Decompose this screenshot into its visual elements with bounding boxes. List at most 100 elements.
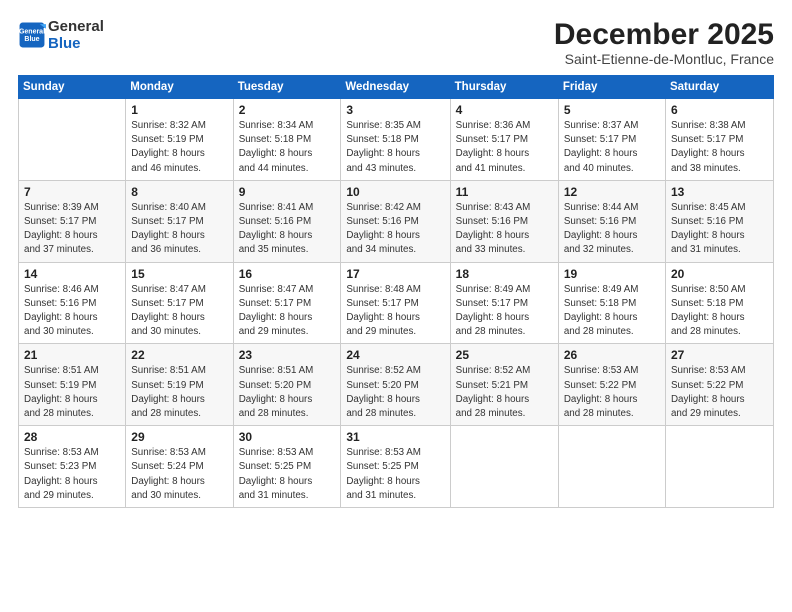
day-info: Sunrise: 8:34 AM Sunset: 5:18 PM Dayligh… <box>239 119 336 176</box>
weekday-tuesday: Tuesday <box>233 76 341 99</box>
calendar-day-3: 3Sunrise: 8:35 AM Sunset: 5:18 PM Daylig… <box>341 99 450 181</box>
calendar-day-14: 14 Sunrise: 8:46 AM Sunset: 5:16 PM Dayli… <box>19 262 126 344</box>
day-number: 9 <box>239 185 336 199</box>
weekday-monday: Monday <box>126 76 233 99</box>
day-info: Sunrise: 8:35 AM Sunset: 5:18 PM Dayligh… <box>346 119 444 176</box>
calendar-day-29: 29Sunrise: 8:53 AM Sunset: 5:24 PM Dayli… <box>126 426 233 508</box>
day-number: 13 <box>671 185 768 199</box>
calendar-week-5: 28 Sunrise: 8:53 AM Sunset: 5:23 PM Dayli… <box>19 426 774 508</box>
day-info: Sunrise: 8:32 AM Sunset: 5:19 PM Dayligh… <box>131 119 227 176</box>
day-number: 18 <box>456 267 553 281</box>
day-info: Sunrise: 8:38 AM Sunset: 5:17 PM Dayligh… <box>671 119 768 176</box>
day-info: Sunrise: 8:46 AM Sunset: 5:16 PM Dayligh… <box>24 283 120 340</box>
calendar-day-19: 19 Sunrise: 8:49 AM Sunset: 5:18 PM Dayli… <box>558 262 665 344</box>
day-number: 8 <box>131 185 227 199</box>
calendar-empty-cell <box>450 426 558 508</box>
calendar-day-2: 2 Sunrise: 8:34 AM Sunset: 5:18 PM Daylig… <box>233 99 341 181</box>
day-info: Sunrise: 8:36 AM Sunset: 5:17 PM Dayligh… <box>456 119 553 176</box>
day-info: Sunrise: 8:53 AM Sunset: 5:25 PM Dayligh… <box>346 446 444 503</box>
calendar-day-10: 10 Sunrise: 8:42 AM Sunset: 5:16 PM Dayli… <box>341 180 450 262</box>
day-info: Sunrise: 8:45 AM Sunset: 5:16 PM Dayligh… <box>671 201 768 258</box>
day-number: 21 <box>24 348 120 362</box>
day-number: 10 <box>346 185 444 199</box>
day-number: 31 <box>346 430 444 444</box>
calendar-empty-cell <box>558 426 665 508</box>
calendar-day-24: 24 Sunrise: 8:52 AM Sunset: 5:20 PM Dayli… <box>341 344 450 426</box>
day-info: Sunrise: 8:47 AM Sunset: 5:17 PM Dayligh… <box>131 283 227 340</box>
day-number: 1 <box>131 103 227 117</box>
day-number: 15 <box>131 267 227 281</box>
calendar-day-4: 4Sunrise: 8:36 AM Sunset: 5:17 PM Daylig… <box>450 99 558 181</box>
calendar-day-25: 25 Sunrise: 8:52 AM Sunset: 5:21 PM Dayli… <box>450 344 558 426</box>
calendar-day-22: 22 Sunrise: 8:51 AM Sunset: 5:19 PM Dayli… <box>126 344 233 426</box>
calendar-week-1: 1 Sunrise: 8:32 AM Sunset: 5:19 PM Daylig… <box>19 99 774 181</box>
day-number: 12 <box>564 185 660 199</box>
day-info: Sunrise: 8:51 AM Sunset: 5:19 PM Dayligh… <box>131 364 227 421</box>
day-number: 6 <box>671 103 768 117</box>
day-info: Sunrise: 8:53 AM Sunset: 5:23 PM Dayligh… <box>24 446 120 503</box>
calendar-day-26: 26Sunrise: 8:53 AM Sunset: 5:22 PM Dayli… <box>558 344 665 426</box>
day-number: 24 <box>346 348 444 362</box>
calendar-day-5: 5 Sunrise: 8:37 AM Sunset: 5:17 PM Daylig… <box>558 99 665 181</box>
day-info: Sunrise: 8:49 AM Sunset: 5:18 PM Dayligh… <box>564 283 660 340</box>
calendar-day-20: 20 Sunrise: 8:50 AM Sunset: 5:18 PM Dayli… <box>665 262 773 344</box>
calendar-week-2: 7Sunrise: 8:39 AM Sunset: 5:17 PM Daylig… <box>19 180 774 262</box>
weekday-sunday: Sunday <box>19 76 126 99</box>
weekday-wednesday: Wednesday <box>341 76 450 99</box>
calendar-day-7: 7Sunrise: 8:39 AM Sunset: 5:17 PM Daylig… <box>19 180 126 262</box>
logo-icon: General Blue <box>18 21 46 49</box>
day-info: Sunrise: 8:52 AM Sunset: 5:21 PM Dayligh… <box>456 364 553 421</box>
day-number: 11 <box>456 185 553 199</box>
weekday-thursday: Thursday <box>450 76 558 99</box>
page: General Blue General Blue December 2025 … <box>0 0 792 612</box>
calendar-day-13: 13 Sunrise: 8:45 AM Sunset: 5:16 PM Dayli… <box>665 180 773 262</box>
day-info: Sunrise: 8:49 AM Sunset: 5:17 PM Dayligh… <box>456 283 553 340</box>
day-info: Sunrise: 8:51 AM Sunset: 5:19 PM Dayligh… <box>24 364 120 421</box>
day-number: 22 <box>131 348 227 362</box>
day-number: 5 <box>564 103 660 117</box>
svg-text:General: General <box>19 29 45 36</box>
day-info: Sunrise: 8:51 AM Sunset: 5:20 PM Dayligh… <box>239 364 336 421</box>
calendar-day-16: 16Sunrise: 8:47 AM Sunset: 5:17 PM Dayli… <box>233 262 341 344</box>
calendar-day-27: 27 Sunrise: 8:53 AM Sunset: 5:22 PM Dayli… <box>665 344 773 426</box>
calendar-empty-cell <box>665 426 773 508</box>
day-number: 28 <box>24 430 120 444</box>
day-number: 2 <box>239 103 336 117</box>
day-info: Sunrise: 8:37 AM Sunset: 5:17 PM Dayligh… <box>564 119 660 176</box>
calendar-day-12: 12 Sunrise: 8:44 AM Sunset: 5:16 PM Dayli… <box>558 180 665 262</box>
day-number: 27 <box>671 348 768 362</box>
calendar-day-15: 15 Sunrise: 8:47 AM Sunset: 5:17 PM Dayli… <box>126 262 233 344</box>
calendar-day-8: 8Sunrise: 8:40 AM Sunset: 5:17 PM Daylig… <box>126 180 233 262</box>
day-info: Sunrise: 8:44 AM Sunset: 5:16 PM Dayligh… <box>564 201 660 258</box>
day-number: 30 <box>239 430 336 444</box>
day-number: 19 <box>564 267 660 281</box>
weekday-header-row: SundayMondayTuesdayWednesdayThursdayFrid… <box>19 76 774 99</box>
calendar-day-21: 21 Sunrise: 8:51 AM Sunset: 5:19 PM Dayli… <box>19 344 126 426</box>
day-info: Sunrise: 8:43 AM Sunset: 5:16 PM Dayligh… <box>456 201 553 258</box>
svg-text:Blue: Blue <box>24 36 39 43</box>
day-info: Sunrise: 8:42 AM Sunset: 5:16 PM Dayligh… <box>346 201 444 258</box>
day-info: Sunrise: 8:52 AM Sunset: 5:20 PM Dayligh… <box>346 364 444 421</box>
header: General Blue General Blue December 2025 … <box>18 18 774 67</box>
logo: General Blue General Blue <box>18 18 104 53</box>
main-title: December 2025 <box>554 18 774 51</box>
calendar-day-11: 11 Sunrise: 8:43 AM Sunset: 5:16 PM Dayli… <box>450 180 558 262</box>
calendar-table: SundayMondayTuesdayWednesdayThursdayFrid… <box>18 75 774 508</box>
calendar-empty-cell <box>19 99 126 181</box>
calendar-day-17: 17 Sunrise: 8:48 AM Sunset: 5:17 PM Dayli… <box>341 262 450 344</box>
day-number: 7 <box>24 185 120 199</box>
day-info: Sunrise: 8:53 AM Sunset: 5:22 PM Dayligh… <box>671 364 768 421</box>
day-info: Sunrise: 8:53 AM Sunset: 5:25 PM Dayligh… <box>239 446 336 503</box>
day-number: 23 <box>239 348 336 362</box>
day-info: Sunrise: 8:50 AM Sunset: 5:18 PM Dayligh… <box>671 283 768 340</box>
weekday-friday: Friday <box>558 76 665 99</box>
calendar-day-31: 31 Sunrise: 8:53 AM Sunset: 5:25 PM Dayli… <box>341 426 450 508</box>
day-number: 20 <box>671 267 768 281</box>
day-number: 14 <box>24 267 120 281</box>
day-info: Sunrise: 8:48 AM Sunset: 5:17 PM Dayligh… <box>346 283 444 340</box>
logo-text: General Blue <box>48 18 104 53</box>
day-number: 17 <box>346 267 444 281</box>
day-number: 16 <box>239 267 336 281</box>
day-number: 25 <box>456 348 553 362</box>
calendar-day-9: 9Sunrise: 8:41 AM Sunset: 5:16 PM Daylig… <box>233 180 341 262</box>
